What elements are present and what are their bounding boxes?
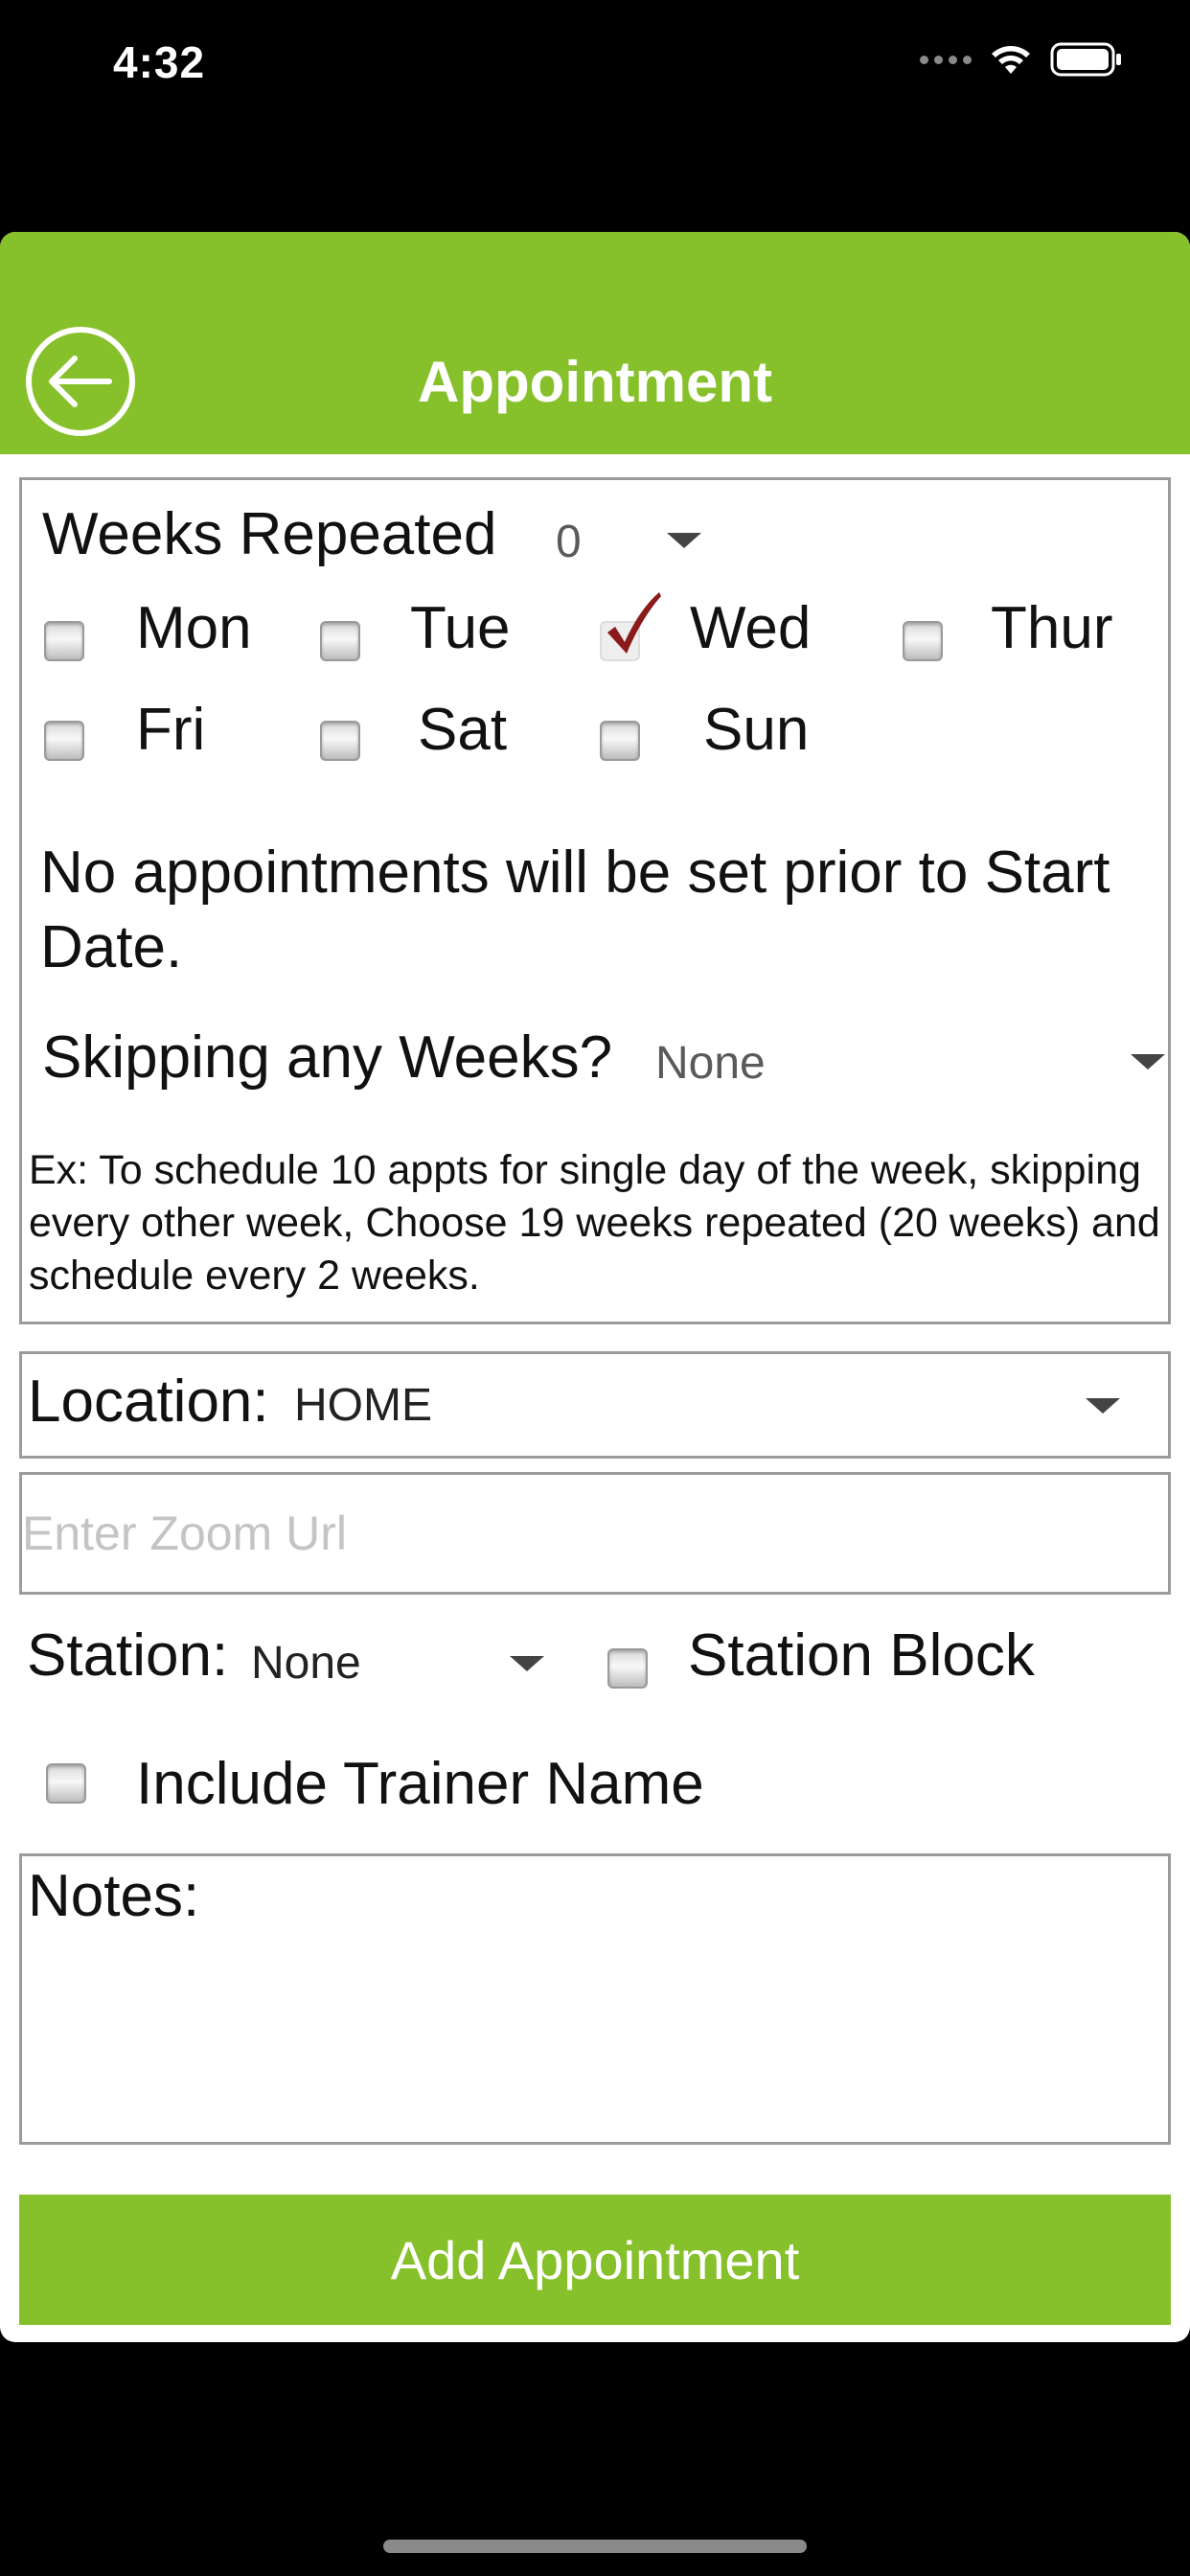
checkbox-fri[interactable] [44, 721, 84, 761]
station-dropdown[interactable]: None [247, 1623, 554, 1696]
checkbox-thur[interactable] [903, 621, 943, 661]
page-title: Appointment [418, 350, 772, 414]
chevron-down-icon [510, 1656, 544, 1671]
wifi-icon [992, 46, 1030, 74]
checkbox-station-block[interactable] [607, 1648, 648, 1689]
weeks-repeated-value: 0 [556, 517, 582, 567]
day-label-fri: Fri [136, 697, 206, 763]
skip-weeks-value: None [655, 1038, 766, 1089]
checkbox-include-trainer[interactable] [46, 1763, 86, 1804]
cellular-signal-icon [920, 55, 972, 64]
notes-label: Notes: [28, 1863, 200, 1929]
status-time: 4:32 [113, 37, 206, 87]
example-hint: Ex: To schedule 10 appts for single day … [29, 1147, 1160, 1299]
day-label-sat: Sat [418, 697, 508, 763]
day-label-mon: Mon [136, 595, 252, 661]
zoom-url-input[interactable] [19, 1472, 1171, 1595]
day-label-thur: Thur [991, 595, 1113, 661]
weeks-repeated-dropdown[interactable]: 0 [546, 504, 709, 571]
weeks-repeated-label: Weeks Repeated [42, 501, 497, 567]
notes-field[interactable]: Notes: [19, 1853, 1171, 2145]
day-label-wed: Wed [690, 595, 812, 661]
station-block-label: Station Block [688, 1622, 1035, 1689]
checkmark-icon [607, 592, 661, 654]
checkbox-sun[interactable] [600, 721, 640, 761]
add-appointment-button[interactable]: Add Appointment [19, 2195, 1171, 2325]
include-trainer-label: Include Trainer Name [136, 1751, 704, 1817]
day-label-sun: Sun [703, 697, 810, 763]
checkbox-tue[interactable] [320, 621, 360, 661]
home-indicator[interactable] [383, 2540, 807, 2553]
checkbox-sat[interactable] [320, 721, 360, 761]
station-label: Station: [27, 1622, 229, 1689]
chevron-down-icon [1086, 1398, 1120, 1414]
start-date-note: No appointments will be set prior to Sta… [40, 840, 1110, 980]
battery-icon [1050, 42, 1121, 77]
checkbox-mon[interactable] [44, 621, 84, 661]
status-bar: 4:32 [0, 0, 1190, 134]
location-label: Location: [28, 1368, 269, 1435]
location-value: HOME [294, 1380, 432, 1431]
header-bar: Appointment [0, 232, 1190, 454]
location-dropdown[interactable]: Location: HOME [19, 1351, 1171, 1459]
status-icons [920, 42, 1123, 77]
station-value: None [251, 1638, 361, 1689]
chevron-down-icon [667, 533, 701, 548]
appointment-card: Appointment Weeks Repeated 0 Mon Tue Wed… [0, 232, 1190, 2342]
checkbox-wed[interactable] [600, 592, 661, 661]
skip-weeks-label: Skipping any Weeks? [42, 1024, 613, 1091]
skip-weeks-dropdown[interactable]: None [652, 1029, 1171, 1096]
day-label-tue: Tue [410, 595, 511, 661]
chevron-down-icon [1131, 1054, 1165, 1070]
